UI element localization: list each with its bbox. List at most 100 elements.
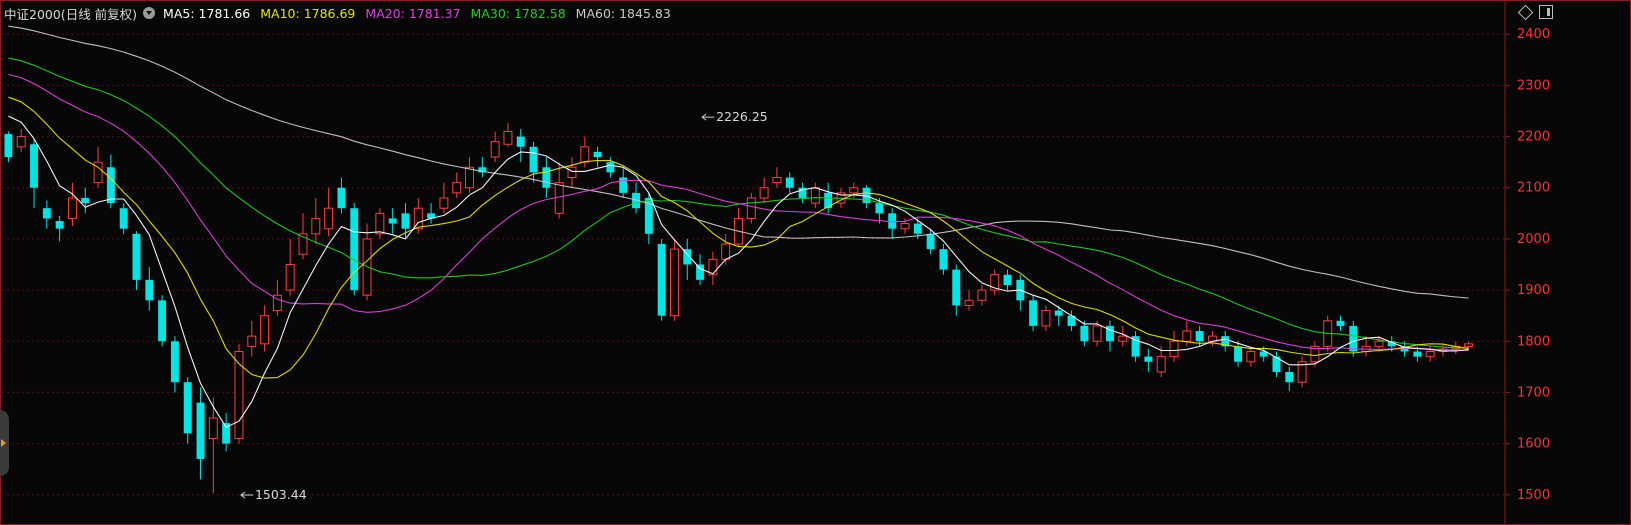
- candle-body-up: [810, 187, 820, 204]
- candle-body-up: [900, 223, 910, 230]
- candle-body-up: [977, 289, 987, 301]
- candle-body-down: [1285, 371, 1294, 383]
- candle-body-down: [1349, 325, 1358, 352]
- y-tick-label: 1500: [1517, 488, 1550, 503]
- candle-body-up: [247, 335, 257, 347]
- candle-body-down: [888, 213, 897, 229]
- ma20-key: MA20:: [365, 5, 405, 21]
- candle-body-down: [119, 208, 128, 229]
- candle-body-up: [580, 146, 590, 163]
- candle-body-up: [1464, 343, 1474, 347]
- panel-toggle-icon[interactable]: [1539, 5, 1553, 19]
- candle-body-down: [875, 203, 884, 214]
- candle-body-down: [401, 213, 410, 229]
- candle-body-down: [516, 136, 525, 147]
- ma30-value: 1782.58: [513, 5, 566, 21]
- candle-body-up: [721, 243, 731, 260]
- candle-body-up: [1169, 340, 1179, 358]
- y-tick-label: 1700: [1517, 385, 1550, 400]
- ma60-key: MA60:: [575, 5, 616, 21]
- candle-body-up: [567, 166, 577, 179]
- candle-body-up: [311, 217, 321, 235]
- candle-body-down: [337, 187, 346, 209]
- candle-body-down: [81, 197, 90, 204]
- settings-dropdown-icon[interactable]: [143, 7, 156, 19]
- candle-body-down: [1336, 320, 1345, 326]
- candle-body-down: [55, 221, 64, 229]
- candle-body-up: [1182, 330, 1192, 342]
- candle-body-down: [926, 233, 935, 250]
- candle-body-down: [657, 244, 666, 316]
- candle-body-down: [388, 218, 397, 224]
- ma5-value: 1781.66: [198, 5, 251, 21]
- candle-body-down: [1195, 331, 1204, 342]
- candlestick-chart[interactable]: 1500 1600 1700 1800 1900 2000 2100 2200 2300 2400…: [0, 0, 1631, 525]
- candle-body-up: [490, 141, 500, 158]
- y-tick-label: 1800: [1517, 334, 1550, 349]
- candle-body-up: [669, 248, 679, 317]
- ma10-key: MA10:: [260, 5, 300, 21]
- candle-body-up: [1092, 325, 1102, 342]
- candle-body-down: [170, 341, 179, 383]
- candle-body-down: [952, 269, 961, 306]
- candle-body-down: [196, 402, 205, 459]
- ma5-legend: MA5: 1781.66: [163, 6, 250, 21]
- candle-body-down: [606, 162, 615, 173]
- candle-body-up: [1118, 335, 1128, 342]
- candle-body-down: [132, 233, 141, 280]
- y-tick-label: 2300: [1517, 78, 1550, 93]
- candle-body-down: [785, 177, 794, 188]
- candle-body-up: [964, 299, 974, 306]
- ma10-legend: MA10: 1786.69: [260, 6, 355, 21]
- candle-body-up: [16, 136, 26, 148]
- candle-body-down: [350, 208, 359, 291]
- candle-body-up: [746, 197, 756, 219]
- candle-body-up: [503, 130, 513, 145]
- candle-body-up: [849, 187, 859, 194]
- candle-body-up: [772, 177, 782, 184]
- candle-body-up: [285, 264, 295, 291]
- candle-body-down: [106, 167, 115, 204]
- candle-body-down: [542, 167, 551, 188]
- ma30-key: MA30:: [470, 5, 510, 21]
- y-tick-label: 2000: [1517, 232, 1550, 247]
- candle-body-down: [619, 177, 628, 193]
- diamond-icon[interactable]: [1517, 4, 1534, 21]
- ma30-legend: MA30: 1782.58: [471, 6, 566, 21]
- y-tick-label: 1600: [1517, 437, 1550, 452]
- expand-panel-handle[interactable]: [0, 410, 9, 476]
- y-tick-label: 2400: [1517, 27, 1550, 42]
- candle-body-up: [324, 207, 334, 230]
- chart-canvas[interactable]: 1500 1600 1700 1800 1900 2000 2100 2200 2300 2400…: [0, 0, 1631, 525]
- candle-body-down: [183, 382, 192, 434]
- candle-body-up: [67, 197, 77, 219]
- candle-body-down: [42, 208, 51, 219]
- candle-body-up: [208, 417, 218, 439]
- candle-body-down: [696, 264, 705, 280]
- candle-body-down: [1029, 300, 1038, 326]
- ma60-legend: MA60: 1845.83: [576, 6, 671, 21]
- candle-body-down: [1413, 351, 1422, 357]
- max-price-label: 2226.25: [716, 109, 768, 124]
- candle-body-up: [234, 350, 244, 439]
- ma5-line: [8, 115, 1469, 428]
- ma5-key: MA5:: [163, 5, 195, 21]
- min-price-label: 1503.44: [255, 487, 307, 502]
- candle-body-up: [465, 166, 474, 189]
- ma10-value: 1786.69: [303, 5, 356, 21]
- candle-body-up: [759, 187, 769, 199]
- candle-body-down: [913, 223, 922, 234]
- candle-body-down: [593, 151, 602, 158]
- candle-body-up: [1041, 310, 1051, 327]
- candle-body-up: [1156, 356, 1166, 373]
- candle-body-up: [439, 197, 449, 209]
- candle-body-down: [4, 134, 13, 158]
- candle-body-down: [1003, 274, 1012, 285]
- ma30-line: [8, 57, 1469, 349]
- y-tick-label: 1900: [1517, 283, 1550, 298]
- chart-frame: [0, 0, 1631, 525]
- candle-body-down: [1080, 325, 1089, 342]
- index-title: 中证2000(日线 前复权): [4, 6, 138, 22]
- ma20-legend: MA20: 1781.37: [365, 6, 460, 21]
- candle-body-up: [1425, 350, 1435, 358]
